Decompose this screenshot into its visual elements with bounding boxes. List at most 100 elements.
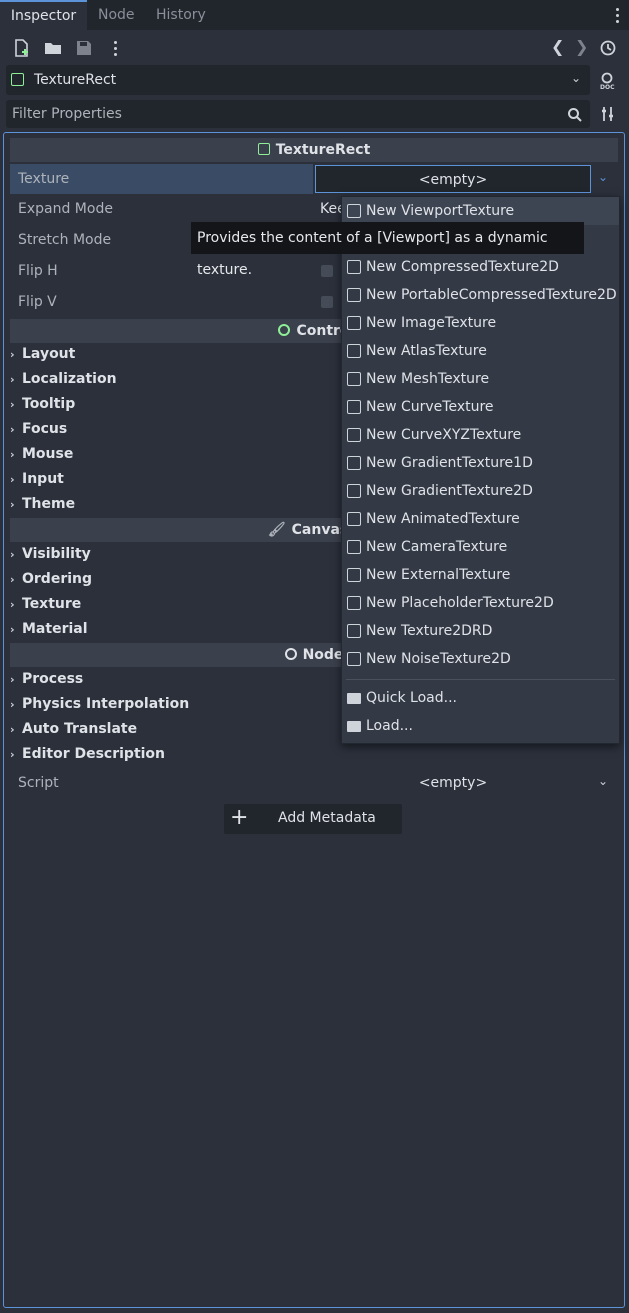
- menu-item-new-imagetexture[interactable]: New ImageTexture: [342, 309, 619, 337]
- placeholder-texture-icon: [347, 596, 361, 610]
- section-title: TextureRect: [275, 142, 371, 158]
- menu-item-new-gradienttexture1d[interactable]: New GradientTexture1D: [342, 449, 619, 477]
- texturerect-icon: [257, 143, 270, 155]
- group-visibility[interactable]: › Visibility: [10, 542, 91, 567]
- chevron-right-icon: ›: [10, 448, 15, 461]
- group-mouse[interactable]: › Mouse: [10, 442, 73, 467]
- group-focus[interactable]: › Focus: [10, 417, 67, 442]
- chevron-right-icon: ›: [10, 423, 15, 436]
- chevron-right-icon: ›: [10, 373, 15, 386]
- flip-h-checkbox[interactable]: [321, 265, 333, 277]
- node-name: TextureRect: [34, 72, 117, 88]
- chevron-right-icon: ›: [10, 598, 15, 611]
- tooltip: Provides the content of a [Viewport] as …: [191, 222, 584, 278]
- gradient-texture-2d-icon: [347, 484, 361, 498]
- menu-item-new-externaltexture[interactable]: New ExternalTexture: [342, 561, 619, 589]
- add-metadata-button[interactable]: + Add Metadata: [224, 804, 402, 834]
- node-icon: [284, 648, 297, 660]
- folder-icon: [347, 693, 361, 704]
- chevron-right-icon: ›: [10, 698, 15, 711]
- folder-icon: [347, 721, 361, 732]
- group-process[interactable]: › Process: [10, 667, 83, 692]
- property-label: Expand Mode: [18, 201, 113, 217]
- texture2drd-icon: [347, 624, 361, 638]
- tab-menu-icon[interactable]: [616, 8, 620, 26]
- tab-inspector[interactable]: Inspector: [0, 0, 87, 30]
- viewport-texture-icon: [347, 204, 361, 218]
- history-back-icon[interactable]: ❮: [551, 37, 564, 56]
- chevron-right-icon: ›: [10, 723, 15, 736]
- new-resource-icon[interactable]: [12, 38, 32, 58]
- chevron-down-icon[interactable]: ⌄: [598, 170, 608, 184]
- group-layout[interactable]: › Layout: [10, 342, 75, 367]
- menu-item-new-compressedtexture2d[interactable]: New CompressedTexture2D: [342, 253, 619, 281]
- brush-icon: 🖌: [267, 522, 286, 538]
- menu-item-new-portablecompressedtexture2d[interactable]: New PortableCompressedTexture2D: [342, 281, 619, 309]
- history-forward-icon[interactable]: ❯: [575, 37, 588, 56]
- menu-item-load[interactable]: Load...: [342, 712, 619, 740]
- menu-item-new-placeholdertexture2d[interactable]: New PlaceholderTexture2D: [342, 589, 619, 617]
- portable-compressed-texture-icon: [347, 288, 361, 302]
- menu-item-new-viewporttexture[interactable]: New ViewportTexture: [342, 197, 619, 225]
- compressed-texture-icon: [347, 260, 361, 274]
- menu-item-new-noisetexture2d[interactable]: New NoiseTexture2D: [342, 645, 619, 673]
- texture-resource-menu: New ViewportTexture New CompressedTextur…: [341, 196, 620, 744]
- chevron-right-icon: ›: [10, 398, 15, 411]
- menu-item-quick-load[interactable]: Quick Load...: [342, 684, 619, 712]
- chevron-right-icon: ›: [10, 548, 15, 561]
- group-ordering[interactable]: › Ordering: [10, 567, 92, 592]
- group-physics-interpolation[interactable]: › Physics Interpolation: [10, 692, 189, 717]
- texture-value-picker[interactable]: <empty>: [315, 165, 591, 193]
- tab-history[interactable]: History: [156, 0, 206, 30]
- chevron-down-icon[interactable]: ⌄: [598, 774, 608, 788]
- animated-texture-icon: [347, 512, 361, 526]
- group-editor-description[interactable]: › Editor Description: [10, 742, 165, 767]
- chevron-right-icon: ›: [10, 498, 15, 511]
- group-auto-translate[interactable]: › Auto Translate: [10, 717, 137, 742]
- property-label: Flip V: [18, 294, 57, 310]
- chevron-right-icon: ›: [10, 573, 15, 586]
- group-localization[interactable]: › Localization: [10, 367, 117, 392]
- object-history-icon[interactable]: [598, 38, 618, 58]
- add-metadata-label: Add Metadata: [278, 810, 376, 826]
- chevron-right-icon: ›: [10, 473, 15, 486]
- curve-texture-icon: [347, 400, 361, 414]
- menu-item-new-curvetexture[interactable]: New CurveTexture: [342, 393, 619, 421]
- property-texture[interactable]: Texture: [10, 164, 313, 194]
- property-label: Texture: [18, 171, 70, 187]
- filter-properties-input[interactable]: [6, 100, 590, 128]
- image-texture-icon: [347, 316, 361, 330]
- menu-item-new-gradienttexture2d[interactable]: New GradientTexture2D: [342, 477, 619, 505]
- menu-item-new-curvexyztexture[interactable]: New CurveXYZTexture: [342, 421, 619, 449]
- plus-icon: +: [230, 805, 249, 830]
- noise-texture-icon: [347, 652, 361, 666]
- menu-item-new-animatedtexture[interactable]: New AnimatedTexture: [342, 505, 619, 533]
- group-tooltip[interactable]: › Tooltip: [10, 392, 75, 417]
- menu-separator: [346, 679, 615, 680]
- property-label: Stretch Mode: [18, 232, 112, 248]
- open-folder-icon[interactable]: [43, 38, 63, 58]
- curve-xyz-texture-icon: [347, 428, 361, 442]
- menu-item-new-meshtexture[interactable]: New MeshTexture: [342, 365, 619, 393]
- gradient-texture-1d-icon: [347, 456, 361, 470]
- group-theme[interactable]: › Theme: [10, 492, 75, 517]
- group-input[interactable]: › Input: [10, 467, 64, 492]
- chevron-right-icon: ›: [10, 348, 15, 361]
- menu-item-new-atlastexture[interactable]: New AtlasTexture: [342, 337, 619, 365]
- flip-v-checkbox[interactable]: [321, 296, 333, 308]
- menu-item-new-cameratexture[interactable]: New CameraTexture: [342, 533, 619, 561]
- doc-icon[interactable]: DOC: [598, 70, 618, 91]
- save-icon[interactable]: [74, 38, 94, 58]
- group-texture[interactable]: › Texture: [10, 592, 81, 617]
- resource-menu-icon[interactable]: [114, 41, 118, 59]
- menu-item-new-texture2drd[interactable]: New Texture2DRD: [342, 617, 619, 645]
- chevron-right-icon: ›: [10, 748, 15, 761]
- section-header-texturerect[interactable]: TextureRect: [10, 138, 618, 162]
- script-value-picker[interactable]: <empty>: [315, 769, 591, 797]
- group-material[interactable]: › Material: [10, 617, 88, 642]
- property-settings-icon[interactable]: [599, 105, 617, 123]
- tab-node[interactable]: Node: [98, 0, 135, 30]
- chevron-right-icon: ›: [10, 673, 15, 686]
- section-title: Node: [302, 647, 344, 663]
- chevron-down-icon[interactable]: ⌄: [571, 71, 581, 85]
